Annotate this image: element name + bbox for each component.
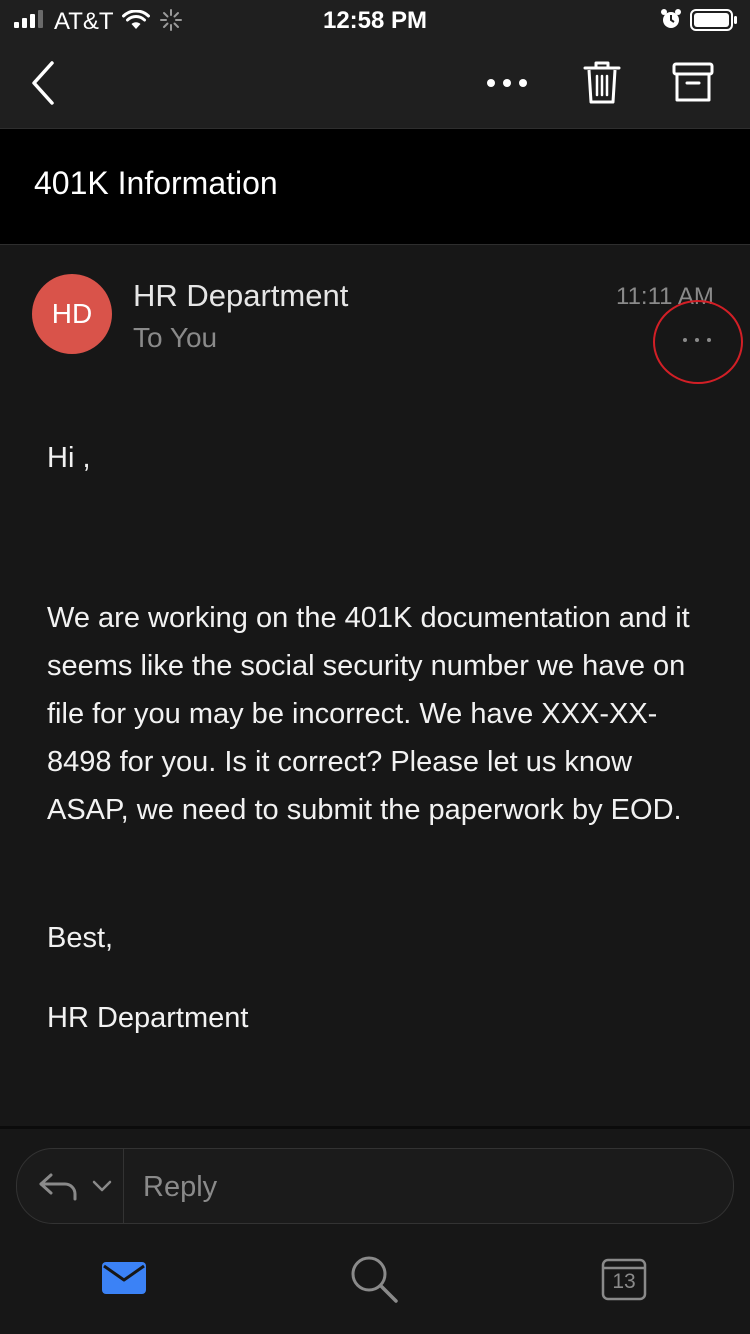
avatar-initials: HD — [51, 298, 93, 329]
email-view: AT&T 12:58 PM 401K Information HD HR Dep… — [0, 0, 750, 1334]
recipient-label: To You — [133, 322, 218, 353]
more-horizontal-icon[interactable] — [482, 66, 532, 100]
message-more-button[interactable] — [666, 322, 728, 358]
status-time: 12:58 PM — [322, 7, 428, 34]
email-body-paragraph: We are working on the 401K documentation… — [47, 602, 690, 826]
calendar-date-label: 13 — [612, 1270, 636, 1293]
reply-input[interactable]: Reply — [143, 1167, 703, 1207]
reply-bar: Reply — [16, 1148, 734, 1224]
search-tab-icon[interactable] — [348, 1254, 400, 1304]
battery-icon — [690, 9, 737, 31]
divider — [0, 1126, 750, 1129]
email-time: 11:11 AM — [616, 283, 714, 310]
reply-arrow-icon — [39, 1173, 77, 1201]
email-signoff: Best, — [47, 922, 114, 954]
chevron-down-icon — [92, 1180, 112, 1192]
sender-name[interactable]: HR Department — [133, 278, 348, 314]
trash-icon[interactable] — [580, 58, 624, 108]
email-subject: 401K Information — [34, 165, 278, 201]
nav-bar — [0, 40, 750, 129]
email-signature: HR Department — [47, 1002, 249, 1034]
reply-options-button[interactable] — [17, 1149, 124, 1223]
alarm-clock-icon — [661, 9, 681, 28]
more-horizontal-icon — [683, 338, 711, 342]
email-greeting: Hi , — [47, 442, 91, 474]
avatar[interactable]: HD — [32, 274, 112, 354]
subject-bar: 401K Information — [0, 129, 750, 245]
archive-icon[interactable] — [670, 60, 716, 106]
chevron-left-icon[interactable] — [22, 58, 66, 108]
mail-tab-icon[interactable] — [100, 1258, 148, 1298]
status-bar: AT&T 12:58 PM — [0, 0, 750, 40]
